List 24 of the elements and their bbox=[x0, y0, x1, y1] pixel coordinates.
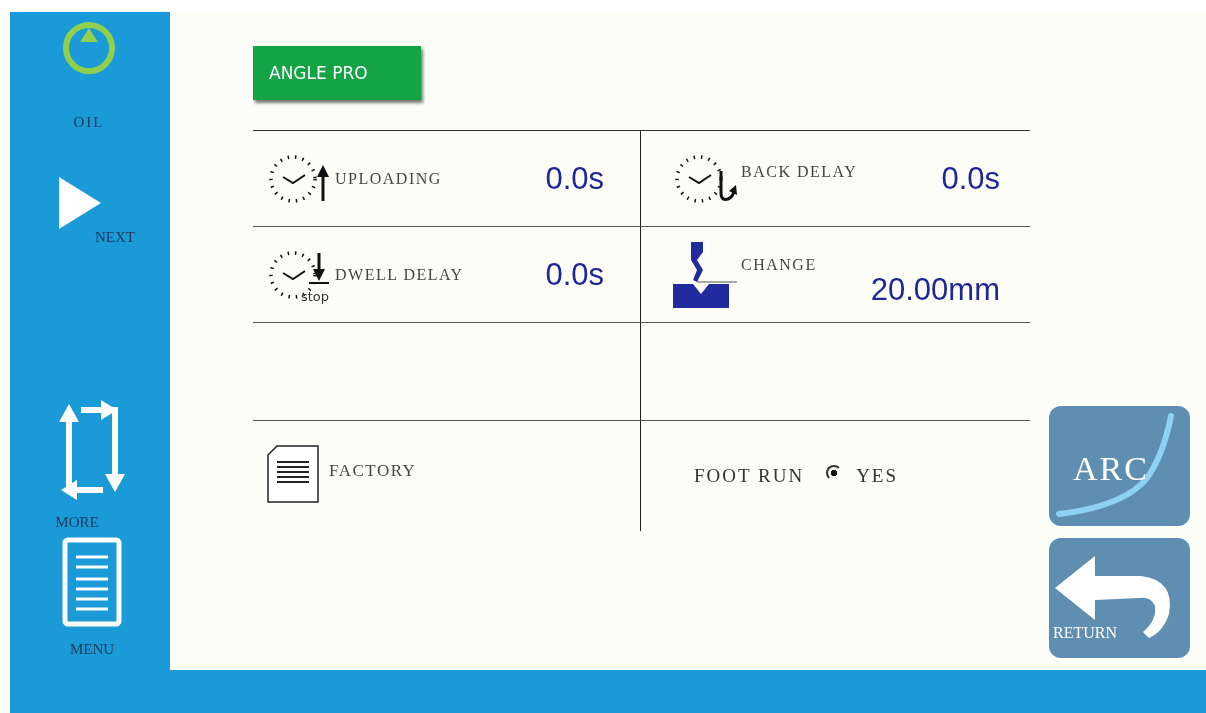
sidebar-button[interactable]: MENU bbox=[62, 537, 122, 658]
parameter-label: UPLOADING bbox=[335, 169, 442, 188]
option-label: YES bbox=[856, 465, 899, 487]
press-brake-icon bbox=[673, 241, 737, 308]
return-button[interactable]: RETURN bbox=[1049, 538, 1190, 658]
document-icon bbox=[267, 445, 319, 503]
parameter-value: 0.0s bbox=[941, 160, 1000, 197]
parameter-label: CHANGE bbox=[741, 255, 817, 274]
sidebar-button[interactable]: NEXT bbox=[57, 175, 135, 246]
parameter-label: DWELL DELAY bbox=[335, 265, 464, 284]
play-icon bbox=[57, 175, 103, 231]
clock-hook-arrow-icon bbox=[673, 152, 737, 205]
document-icon bbox=[62, 537, 122, 627]
foot-run-label: FOOT RUN bbox=[694, 465, 805, 487]
clock-up-arrow-icon bbox=[267, 152, 331, 205]
factory-button[interactable]: FACTORY bbox=[329, 461, 417, 481]
stop-label: stop bbox=[301, 288, 330, 304]
parameter-value: 0.0s bbox=[545, 256, 604, 293]
parameter-value: 20.00mm bbox=[870, 271, 1000, 308]
parameter-label: BACK DELAY bbox=[741, 162, 858, 181]
mode-button[interactable]: ANGLE PRO bbox=[253, 46, 421, 100]
arc-button[interactable]: ARC bbox=[1049, 406, 1190, 526]
sidebar-button[interactable]: OIL bbox=[61, 18, 117, 131]
parameter-value: 0.0s bbox=[545, 160, 604, 197]
